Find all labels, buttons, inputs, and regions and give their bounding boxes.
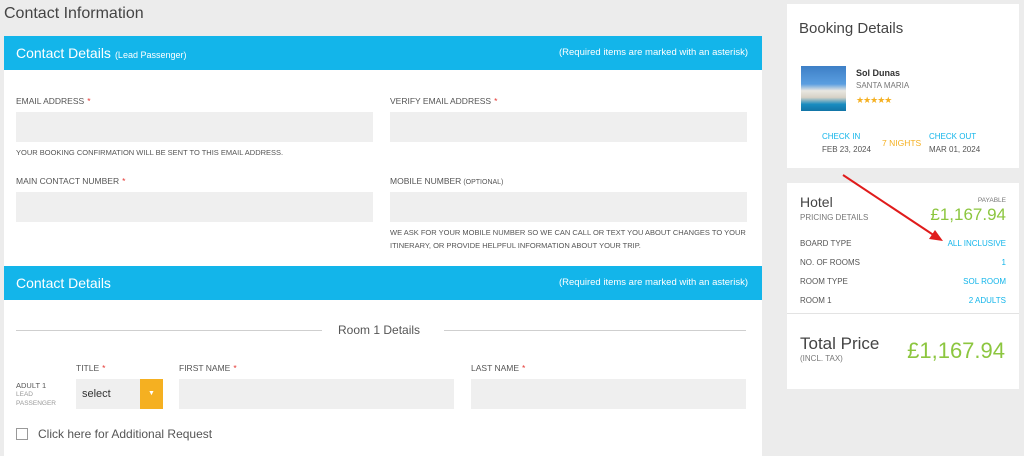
email-label-text: Email Address <box>16 96 85 106</box>
main-contact-label: Main Contact Number * <box>16 176 125 186</box>
pricing-card: Hotel Pricing Details Payable £1,167.94 … <box>787 183 1019 389</box>
contact-details-title: Contact Details (Lead Passenger) <box>16 45 186 61</box>
nights-count: 7 NIGHTS <box>882 138 922 148</box>
room-1-value: 2 Adults <box>968 296 1006 305</box>
required-asterisk: * <box>122 176 126 186</box>
email-hint: Your booking confirmation will be sent t… <box>16 148 284 157</box>
passenger-details-header: Contact Details (Required items are mark… <box>4 266 762 300</box>
required-asterisk: * <box>87 96 91 106</box>
title-label: Title * <box>76 363 105 373</box>
hotel-location: SANTA MARIA <box>856 81 910 90</box>
email-label: Email Address * <box>16 96 91 106</box>
first-name-label: First Name * <box>179 363 237 373</box>
rooms-count-label: No. of Rooms <box>800 258 860 267</box>
last-name-label-text: Last Name <box>471 363 520 373</box>
mobile-field[interactable] <box>390 192 747 222</box>
check-in-date: FEB 23, 2024 <box>822 145 871 154</box>
board-type-value: All Inclusive <box>947 239 1006 248</box>
rooms-count-value: 1 <box>1001 258 1006 267</box>
booking-details-card: Booking Details Sol Dunas SANTA MARIA ★★… <box>787 4 1019 168</box>
total-price-label: Total Price <box>800 334 880 353</box>
contact-details-title-text: Contact Details <box>16 45 111 61</box>
mobile-label: Mobile Number (Optional) <box>390 176 503 186</box>
title-select[interactable]: select ▼ <box>76 379 163 409</box>
payable-amount: £1,167.94 <box>930 205 1006 224</box>
main-contact-field[interactable] <box>16 192 373 222</box>
divider <box>16 330 322 331</box>
title-select-value: select <box>82 388 111 400</box>
required-asterisk: * <box>233 363 237 373</box>
total-price-amount: £1,167.94 <box>907 338 1005 363</box>
first-name-field[interactable] <box>179 379 454 409</box>
required-asterisk: * <box>522 363 526 373</box>
additional-request-label[interactable]: Click here for Additional Request <box>38 427 212 441</box>
pricing-section-title: Hotel <box>800 194 833 210</box>
hotel-name: Sol Dunas <box>856 68 901 78</box>
booking-details-title: Booking Details <box>799 20 904 37</box>
first-name-label-text: First Name <box>179 363 231 373</box>
last-name-label: Last Name * <box>471 363 525 373</box>
additional-request-checkbox[interactable] <box>16 428 28 440</box>
check-out-date: MAR 01, 2024 <box>929 145 981 154</box>
page: Contact Information Contact Details (Lead… <box>0 0 1024 456</box>
adult-1-text: ADULT 1 <box>16 381 47 390</box>
page-title: Contact Information <box>4 5 144 22</box>
room-type-label: Room Type <box>800 277 848 286</box>
divider <box>787 313 1019 314</box>
divider <box>444 330 746 331</box>
room-1-title: Room 1 Details <box>338 323 421 337</box>
lead-text: LEAD <box>16 391 33 398</box>
room-1-label: Room 1 <box>800 296 832 305</box>
mobile-label-text: Mobile Number <box>390 176 462 186</box>
adult-1-label: ADULT 1 LEAD PASSENGER <box>16 381 56 408</box>
star-rating-icon: ★★★★★ <box>856 95 892 105</box>
board-type-label: Board Type <box>800 239 852 248</box>
verify-email-field[interactable] <box>390 112 747 142</box>
contact-details-header: Contact Details (Lead Passenger) (Require… <box>4 36 762 70</box>
contact-form-card: Contact Details (Lead Passenger) (Require… <box>4 36 762 456</box>
email-field[interactable] <box>16 112 373 142</box>
chevron-down-icon[interactable]: ▼ <box>140 379 163 409</box>
lead-passenger-label: (Lead Passenger) <box>114 50 187 60</box>
hotel-thumbnail <box>801 66 846 111</box>
room-type-value: Sol Room <box>963 277 1006 286</box>
last-name-field[interactable] <box>471 379 746 409</box>
required-asterisk: * <box>494 96 498 106</box>
required-note: (Required items are marked with an aster… <box>558 277 748 288</box>
required-note: (Required items are marked with an aster… <box>558 47 748 58</box>
mobile-hint: We ask for your mobile number so we can … <box>390 228 746 250</box>
verify-email-label: Verify Email Address * <box>390 96 497 106</box>
mobile-optional-label: (Optional) <box>463 179 504 186</box>
title-label-text: Title <box>76 363 100 373</box>
payable-label: Payable <box>977 197 1006 204</box>
required-asterisk: * <box>102 363 106 373</box>
check-in-label: Check In <box>822 132 861 141</box>
total-price-tax-note: (INCL. TAX) <box>800 354 843 363</box>
pricing-details-label: Pricing Details <box>800 213 869 222</box>
passenger-details-title: Contact Details <box>16 275 111 291</box>
check-out-label: Check Out <box>929 132 977 141</box>
verify-email-label-text: Verify Email Address <box>390 96 492 106</box>
main-contact-label-text: Main Contact Number <box>16 176 120 186</box>
passenger-text: PASSENGER <box>16 400 56 407</box>
